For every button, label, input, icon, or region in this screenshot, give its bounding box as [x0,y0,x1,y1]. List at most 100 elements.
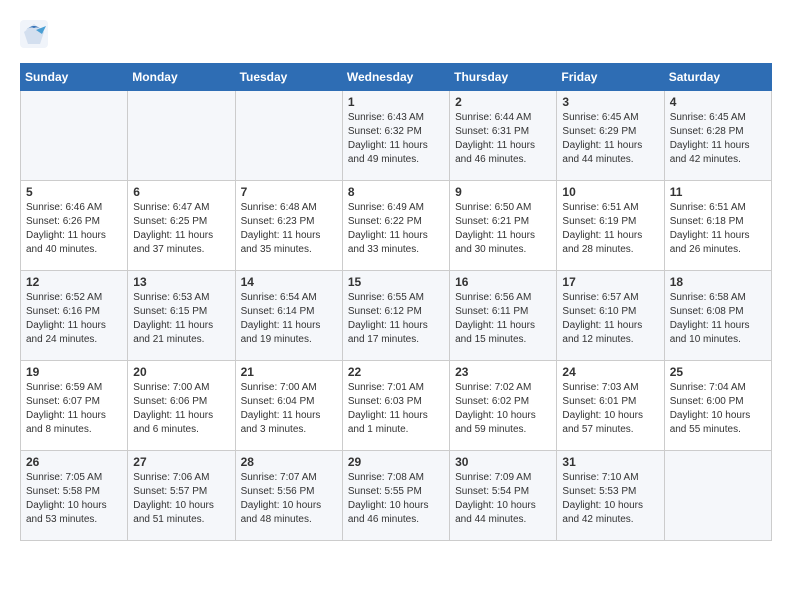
calendar-week-row: 1 Sunrise: 6:43 AM Sunset: 6:32 PM Daylig… [21,91,772,181]
day-number: 18 [670,275,766,289]
day-number: 29 [348,455,444,469]
day-number: 21 [241,365,337,379]
day-number: 14 [241,275,337,289]
day-info: Sunrise: 6:47 AM Sunset: 6:25 PM Dayligh… [133,201,229,257]
calendar-day-cell: 22 Sunrise: 7:01 AM Sunset: 6:03 PM Dayli… [342,361,449,451]
day-number: 1 [348,95,444,109]
calendar-day-cell: 4 Sunrise: 6:45 AM Sunset: 6:28 PM Daylig… [664,91,771,181]
calendar-day-cell: 24 Sunrise: 7:03 AM Sunset: 6:01 PM Dayli… [557,361,664,451]
day-number: 26 [26,455,122,469]
calendar-week-row: 26 Sunrise: 7:05 AM Sunset: 5:58 PM Dayli… [21,451,772,541]
day-number: 24 [562,365,658,379]
day-info: Sunrise: 7:05 AM Sunset: 5:58 PM Dayligh… [26,471,122,527]
calendar-empty-cell [21,91,128,181]
weekday-header-sunday: Sunday [21,64,128,91]
calendar-day-cell: 18 Sunrise: 6:58 AM Sunset: 6:08 PM Dayli… [664,271,771,361]
day-number: 5 [26,185,122,199]
day-number: 9 [455,185,551,199]
day-info: Sunrise: 7:00 AM Sunset: 6:04 PM Dayligh… [241,381,337,437]
calendar-day-cell: 26 Sunrise: 7:05 AM Sunset: 5:58 PM Dayli… [21,451,128,541]
day-info: Sunrise: 6:50 AM Sunset: 6:21 PM Dayligh… [455,201,551,257]
calendar-day-cell: 25Sunrise: 7:04 AM Sunset: 6:00 PM Dayli… [664,361,771,451]
day-info: Sunrise: 7:00 AM Sunset: 6:06 PM Dayligh… [133,381,229,437]
day-number: 8 [348,185,444,199]
calendar-day-cell: 31 Sunrise: 7:10 AM Sunset: 5:53 PM Dayli… [557,451,664,541]
day-number: 23 [455,365,551,379]
calendar-day-cell: 13 Sunrise: 6:53 AM Sunset: 6:15 PM Dayli… [128,271,235,361]
day-info: Sunrise: 7:01 AM Sunset: 6:03 PM Dayligh… [348,381,444,437]
day-number: 3 [562,95,658,109]
calendar-day-cell: 14 Sunrise: 6:54 AM Sunset: 6:14 PM Dayli… [235,271,342,361]
logo [20,20,50,48]
weekday-header-saturday: Saturday [664,64,771,91]
page-header [20,20,772,48]
day-number: 6 [133,185,229,199]
calendar-day-cell: 29Sunrise: 7:08 AM Sunset: 5:55 PM Dayli… [342,451,449,541]
day-info: Sunrise: 6:46 AM Sunset: 6:26 PM Dayligh… [26,201,122,257]
day-info: Sunrise: 6:51 AM Sunset: 6:18 PM Dayligh… [670,201,766,257]
calendar-day-cell: 11 Sunrise: 6:51 AM Sunset: 6:18 PM Dayli… [664,181,771,271]
day-info: Sunrise: 7:06 AM Sunset: 5:57 PM Dayligh… [133,471,229,527]
day-number: 25 [670,365,766,379]
day-info: Sunrise: 7:10 AM Sunset: 5:53 PM Dayligh… [562,471,658,527]
day-info: Sunrise: 7:03 AM Sunset: 6:01 PM Dayligh… [562,381,658,437]
day-number: 19 [26,365,122,379]
day-info: Sunrise: 6:49 AM Sunset: 6:22 PM Dayligh… [348,201,444,257]
calendar-day-cell: 20 Sunrise: 7:00 AM Sunset: 6:06 PM Dayli… [128,361,235,451]
calendar-day-cell: 8 Sunrise: 6:49 AM Sunset: 6:22 PM Daylig… [342,181,449,271]
calendar-day-cell: 5 Sunrise: 6:46 AM Sunset: 6:26 PM Daylig… [21,181,128,271]
calendar-empty-cell [128,91,235,181]
day-number: 11 [670,185,766,199]
day-info: Sunrise: 7:07 AM Sunset: 5:56 PM Dayligh… [241,471,337,527]
day-info: Sunrise: 6:45 AM Sunset: 6:28 PM Dayligh… [670,111,766,167]
calendar-week-row: 19 Sunrise: 6:59 AM Sunset: 6:07 PM Dayli… [21,361,772,451]
calendar-day-cell: 17 Sunrise: 6:57 AM Sunset: 6:10 PM Dayli… [557,271,664,361]
day-number: 31 [562,455,658,469]
calendar-day-cell: 30 Sunrise: 7:09 AM Sunset: 5:54 PM Dayli… [450,451,557,541]
calendar-day-cell: 7 Sunrise: 6:48 AM Sunset: 6:23 PM Daylig… [235,181,342,271]
day-info: Sunrise: 6:52 AM Sunset: 6:16 PM Dayligh… [26,291,122,347]
logo-icon [20,20,48,48]
weekday-header-thursday: Thursday [450,64,557,91]
calendar-day-cell: 28Sunrise: 7:07 AM Sunset: 5:56 PM Dayli… [235,451,342,541]
calendar-day-cell: 6 Sunrise: 6:47 AM Sunset: 6:25 PM Daylig… [128,181,235,271]
weekday-header-tuesday: Tuesday [235,64,342,91]
day-info: Sunrise: 6:43 AM Sunset: 6:32 PM Dayligh… [348,111,444,167]
day-info: Sunrise: 6:53 AM Sunset: 6:15 PM Dayligh… [133,291,229,347]
day-info: Sunrise: 6:48 AM Sunset: 6:23 PM Dayligh… [241,201,337,257]
day-number: 12 [26,275,122,289]
calendar-day-cell: 3Sunrise: 6:45 AM Sunset: 6:29 PM Daylig… [557,91,664,181]
day-number: 22 [348,365,444,379]
weekday-header-friday: Friday [557,64,664,91]
day-number: 20 [133,365,229,379]
calendar-week-row: 5 Sunrise: 6:46 AM Sunset: 6:26 PM Daylig… [21,181,772,271]
day-number: 4 [670,95,766,109]
day-number: 7 [241,185,337,199]
day-number: 15 [348,275,444,289]
calendar-day-cell: 10Sunrise: 6:51 AM Sunset: 6:19 PM Dayli… [557,181,664,271]
day-number: 16 [455,275,551,289]
day-info: Sunrise: 7:09 AM Sunset: 5:54 PM Dayligh… [455,471,551,527]
calendar-week-row: 12 Sunrise: 6:52 AM Sunset: 6:16 PM Dayli… [21,271,772,361]
day-info: Sunrise: 6:44 AM Sunset: 6:31 PM Dayligh… [455,111,551,167]
day-info: Sunrise: 6:54 AM Sunset: 6:14 PM Dayligh… [241,291,337,347]
calendar-day-cell: 21 Sunrise: 7:00 AM Sunset: 6:04 PM Dayli… [235,361,342,451]
day-info: Sunrise: 6:56 AM Sunset: 6:11 PM Dayligh… [455,291,551,347]
day-info: Sunrise: 6:55 AM Sunset: 6:12 PM Dayligh… [348,291,444,347]
day-info: Sunrise: 6:58 AM Sunset: 6:08 PM Dayligh… [670,291,766,347]
day-number: 17 [562,275,658,289]
day-info: Sunrise: 7:02 AM Sunset: 6:02 PM Dayligh… [455,381,551,437]
day-number: 13 [133,275,229,289]
day-info: Sunrise: 6:57 AM Sunset: 6:10 PM Dayligh… [562,291,658,347]
weekday-header-row: SundayMondayTuesdayWednesdayThursdayFrid… [21,64,772,91]
weekday-header-wednesday: Wednesday [342,64,449,91]
calendar-empty-cell [235,91,342,181]
calendar-day-cell: 2 Sunrise: 6:44 AM Sunset: 6:31 PM Daylig… [450,91,557,181]
day-number: 30 [455,455,551,469]
calendar-day-cell: 12 Sunrise: 6:52 AM Sunset: 6:16 PM Dayli… [21,271,128,361]
day-info: Sunrise: 6:59 AM Sunset: 6:07 PM Dayligh… [26,381,122,437]
day-number: 2 [455,95,551,109]
calendar-empty-cell [664,451,771,541]
calendar-day-cell: 27Sunrise: 7:06 AM Sunset: 5:57 PM Dayli… [128,451,235,541]
calendar-day-cell: 9 Sunrise: 6:50 AM Sunset: 6:21 PM Daylig… [450,181,557,271]
